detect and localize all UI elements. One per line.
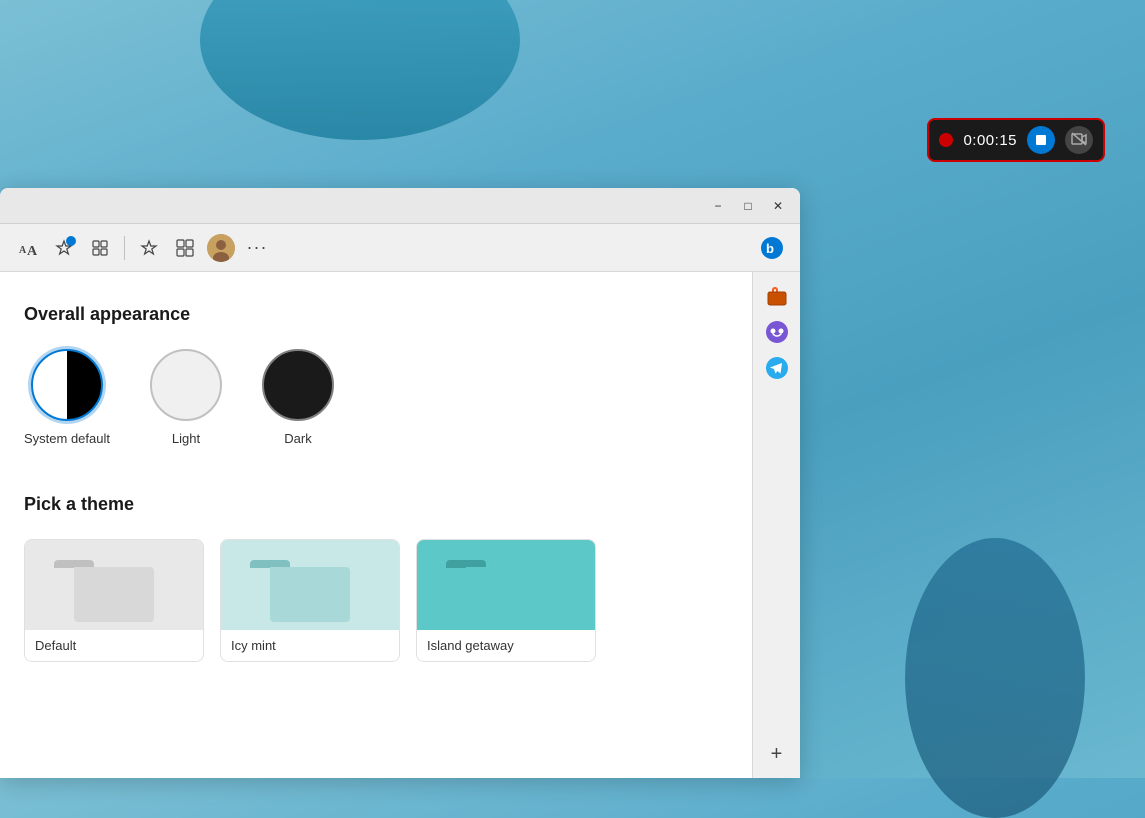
dark-option[interactable]: Dark [262, 349, 334, 446]
overall-appearance-section: Overall appearance System default Light … [24, 304, 728, 446]
recording-timer: 0:00:15 [963, 132, 1017, 149]
folder-body-default [74, 567, 154, 622]
sidebar-add-button[interactable]: + [761, 738, 793, 770]
bg-decoration-top [200, 0, 520, 140]
folder-icon-icy-mint [270, 560, 350, 622]
svg-text:A: A [19, 245, 27, 256]
extensions-button[interactable] [84, 232, 116, 264]
dark-circle [262, 349, 334, 421]
theme-name-default: Default [25, 630, 203, 661]
theme-preview-icy-mint [221, 540, 399, 630]
pick-a-theme-title: Pick a theme [24, 494, 728, 515]
theme-preview-default [25, 540, 203, 630]
light-option[interactable]: Light [150, 349, 222, 446]
pick-a-theme-section: Pick a theme Default [24, 494, 728, 662]
overall-appearance-title: Overall appearance [24, 304, 728, 325]
system-default-label: System default [24, 431, 110, 446]
theme-cards-container: Default Icy mint [24, 539, 728, 662]
title-bar: − □ ✕ [0, 188, 800, 224]
folder-body-mint [270, 567, 350, 622]
system-default-option[interactable]: System default [24, 349, 110, 446]
theme-card-island-getaway[interactable]: Island getaway [416, 539, 596, 662]
svg-text:b: b [766, 241, 774, 256]
more-tools-button[interactable]: ··· [241, 232, 273, 264]
stop-icon [1036, 135, 1046, 145]
sidebar-telegram-button[interactable] [761, 352, 793, 384]
close-button[interactable]: ✕ [764, 192, 792, 220]
favorites-badge [66, 236, 76, 246]
right-sidebar: + [752, 272, 800, 778]
folder-icon-island [466, 560, 546, 622]
add-to-favorites-button[interactable] [48, 232, 80, 264]
theme-name-island-getaway: Island getaway [417, 630, 595, 661]
camera-toggle-button[interactable] [1065, 126, 1093, 154]
camera-icon [1071, 132, 1087, 149]
system-default-circle [31, 349, 103, 421]
theme-card-default[interactable]: Default [24, 539, 204, 662]
profile-button[interactable] [205, 232, 237, 264]
browser-toolbar: A A [0, 224, 800, 272]
recording-indicator [939, 133, 953, 147]
browser-window: − □ ✕ A A [0, 188, 800, 778]
dark-label: Dark [284, 431, 311, 446]
light-label: Light [172, 431, 200, 446]
avatar [207, 234, 235, 262]
sidebar-briefcase-button[interactable] [761, 280, 793, 312]
folder-icon-default [74, 560, 154, 622]
folder-body-island [466, 567, 546, 622]
favorites-bar-button[interactable] [133, 232, 165, 264]
browser-content: Overall appearance System default Light … [0, 272, 800, 778]
light-circle [150, 349, 222, 421]
recording-toolbar: 0:00:15 [927, 118, 1105, 162]
theme-card-icy-mint[interactable]: Icy mint [220, 539, 400, 662]
main-content: Overall appearance System default Light … [0, 272, 752, 778]
bg-decoration-bottom [905, 538, 1085, 818]
add-icon: + [771, 743, 783, 766]
svg-text:A: A [27, 244, 37, 257]
theme-preview-island-getaway [417, 540, 595, 630]
sidebar-copilot-button[interactable] [761, 316, 793, 348]
font-size-button[interactable]: A A [12, 232, 44, 264]
workspaces-button[interactable] [169, 232, 201, 264]
toolbar-divider-1 [124, 236, 125, 260]
maximize-button[interactable]: □ [734, 192, 762, 220]
appearance-options: System default Light Dark [24, 349, 728, 446]
theme-name-icy-mint: Icy mint [221, 630, 399, 661]
stop-recording-button[interactable] [1027, 126, 1055, 154]
minimize-button[interactable]: − [704, 192, 732, 220]
bing-button[interactable]: b [756, 232, 788, 264]
